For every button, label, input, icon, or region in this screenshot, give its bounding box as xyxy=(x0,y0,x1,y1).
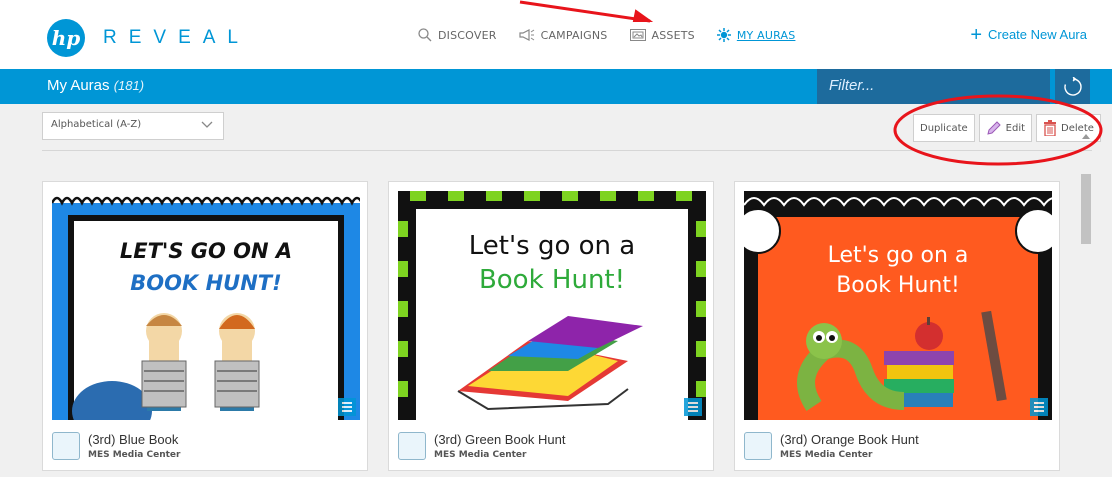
aura-title[interactable]: (3rd) Blue Book xyxy=(88,432,178,447)
logo-mark-text: hp xyxy=(51,26,81,50)
nav-my-auras[interactable]: MY AURAS xyxy=(716,28,796,42)
image-icon xyxy=(629,29,646,41)
aura-owner: MES Media Center xyxy=(780,450,873,460)
aura-icon xyxy=(716,28,731,42)
thumb-heading-line-1: LET'S GO ON A xyxy=(119,239,293,263)
refresh-button[interactable] xyxy=(1055,69,1090,104)
aura-title[interactable]: (3rd) Green Book Hunt xyxy=(434,432,566,447)
thumb-heading-line-2: Book Hunt! xyxy=(478,265,626,295)
pencil-icon xyxy=(986,121,1001,135)
aura-thumbnail: LET'S GO ON A BOOK HUNT! xyxy=(52,191,360,420)
avatar xyxy=(52,432,80,460)
nav-campaigns[interactable]: CAMPAIGNS xyxy=(518,28,608,42)
chevron-down-icon xyxy=(201,121,213,128)
aura-thumbnail: Let's go on a Book Hunt! xyxy=(744,191,1052,420)
auras-content: Alphabetical (A-Z) Duplicate Edit Delete xyxy=(0,104,1112,477)
nav-assets-label: ASSETS xyxy=(651,28,695,42)
create-new-aura-label: Create New Aura xyxy=(988,27,1087,42)
divider xyxy=(42,150,1092,151)
megaphone-icon xyxy=(518,29,534,41)
hp-logo-icon: hp xyxy=(47,19,85,57)
hp-reveal-logo[interactable]: hp REVEAL xyxy=(47,19,250,57)
nav-my-auras-label: MY AURAS xyxy=(736,28,796,42)
page-header-bar: My Auras (181) Filter... xyxy=(0,69,1112,104)
sort-dropdown[interactable]: Alphabetical (A-Z) xyxy=(42,112,224,140)
nav-assets[interactable]: ASSETS xyxy=(629,28,695,42)
nav-campaigns-label: CAMPAIGNS xyxy=(540,28,608,42)
duplicate-button[interactable]: Duplicate xyxy=(913,114,975,142)
refresh-icon xyxy=(1063,76,1082,96)
card-footer: (3rd) Green Book Hunt MES Media Center xyxy=(389,422,713,472)
aura-card[interactable]: Let's go on a Book Hunt! (3rd) Orange Bo… xyxy=(734,181,1060,471)
duplicate-label: Duplicate xyxy=(920,122,968,134)
list-icon xyxy=(338,398,356,416)
aura-owner: MES Media Center xyxy=(88,450,181,460)
top-navigation: hp REVEAL DISCOVER CAMPAIGNS ASSETS MY A… xyxy=(0,0,1112,74)
scrollbar-thumb[interactable] xyxy=(1081,174,1091,244)
sort-value: Alphabetical (A-Z) xyxy=(51,119,142,130)
edit-label: Edit xyxy=(1005,122,1026,134)
nav-discover[interactable]: DISCOVER xyxy=(418,28,497,42)
aura-card[interactable]: Let's go on a Book Hunt! (3rd) Green Boo… xyxy=(388,181,714,471)
search-icon xyxy=(418,28,432,42)
thumb-heading-line-1: Let's go on a xyxy=(827,243,969,268)
thumb-heading-line-2: BOOK HUNT! xyxy=(130,271,282,295)
aura-card[interactable]: LET'S GO ON A BOOK HUNT! (3rd) Blue Book… xyxy=(42,181,368,471)
avatar xyxy=(398,432,426,460)
thumb-heading-line-1: Let's go on a xyxy=(468,231,636,261)
list-icon xyxy=(1030,398,1048,416)
plus-icon: + xyxy=(970,23,982,46)
scrollbar[interactable] xyxy=(1079,134,1093,477)
scroll-up-arrow-icon[interactable] xyxy=(1082,134,1090,139)
filter-input[interactable]: Filter... xyxy=(817,69,1050,104)
nav-discover-label: DISCOVER xyxy=(438,28,497,42)
aura-thumbnail: Let's go on a Book Hunt! xyxy=(398,191,706,420)
avatar xyxy=(744,432,772,460)
aura-owner: MES Media Center xyxy=(434,450,527,460)
edit-button[interactable]: Edit xyxy=(978,114,1033,142)
logo-text: REVEAL xyxy=(103,27,250,48)
thumb-heading-line-2: Book Hunt! xyxy=(836,273,960,298)
trash-icon xyxy=(1044,120,1057,136)
page-title-text: My Auras xyxy=(47,77,110,94)
card-footer: (3rd) Orange Book Hunt MES Media Center xyxy=(735,422,1059,472)
aura-actions: Duplicate Edit Delete xyxy=(913,114,1105,142)
main-nav: DISCOVER CAMPAIGNS ASSETS MY AURAS xyxy=(418,28,817,42)
delete-label: Delete xyxy=(1061,122,1094,134)
list-icon xyxy=(684,398,702,416)
create-new-aura-button[interactable]: + Create New Aura xyxy=(970,23,1087,46)
card-footer: (3rd) Blue Book MES Media Center xyxy=(43,422,367,472)
aura-title[interactable]: (3rd) Orange Book Hunt xyxy=(780,432,919,447)
aura-count: (181) xyxy=(113,78,145,93)
page-title: My Auras (181) xyxy=(47,77,144,94)
